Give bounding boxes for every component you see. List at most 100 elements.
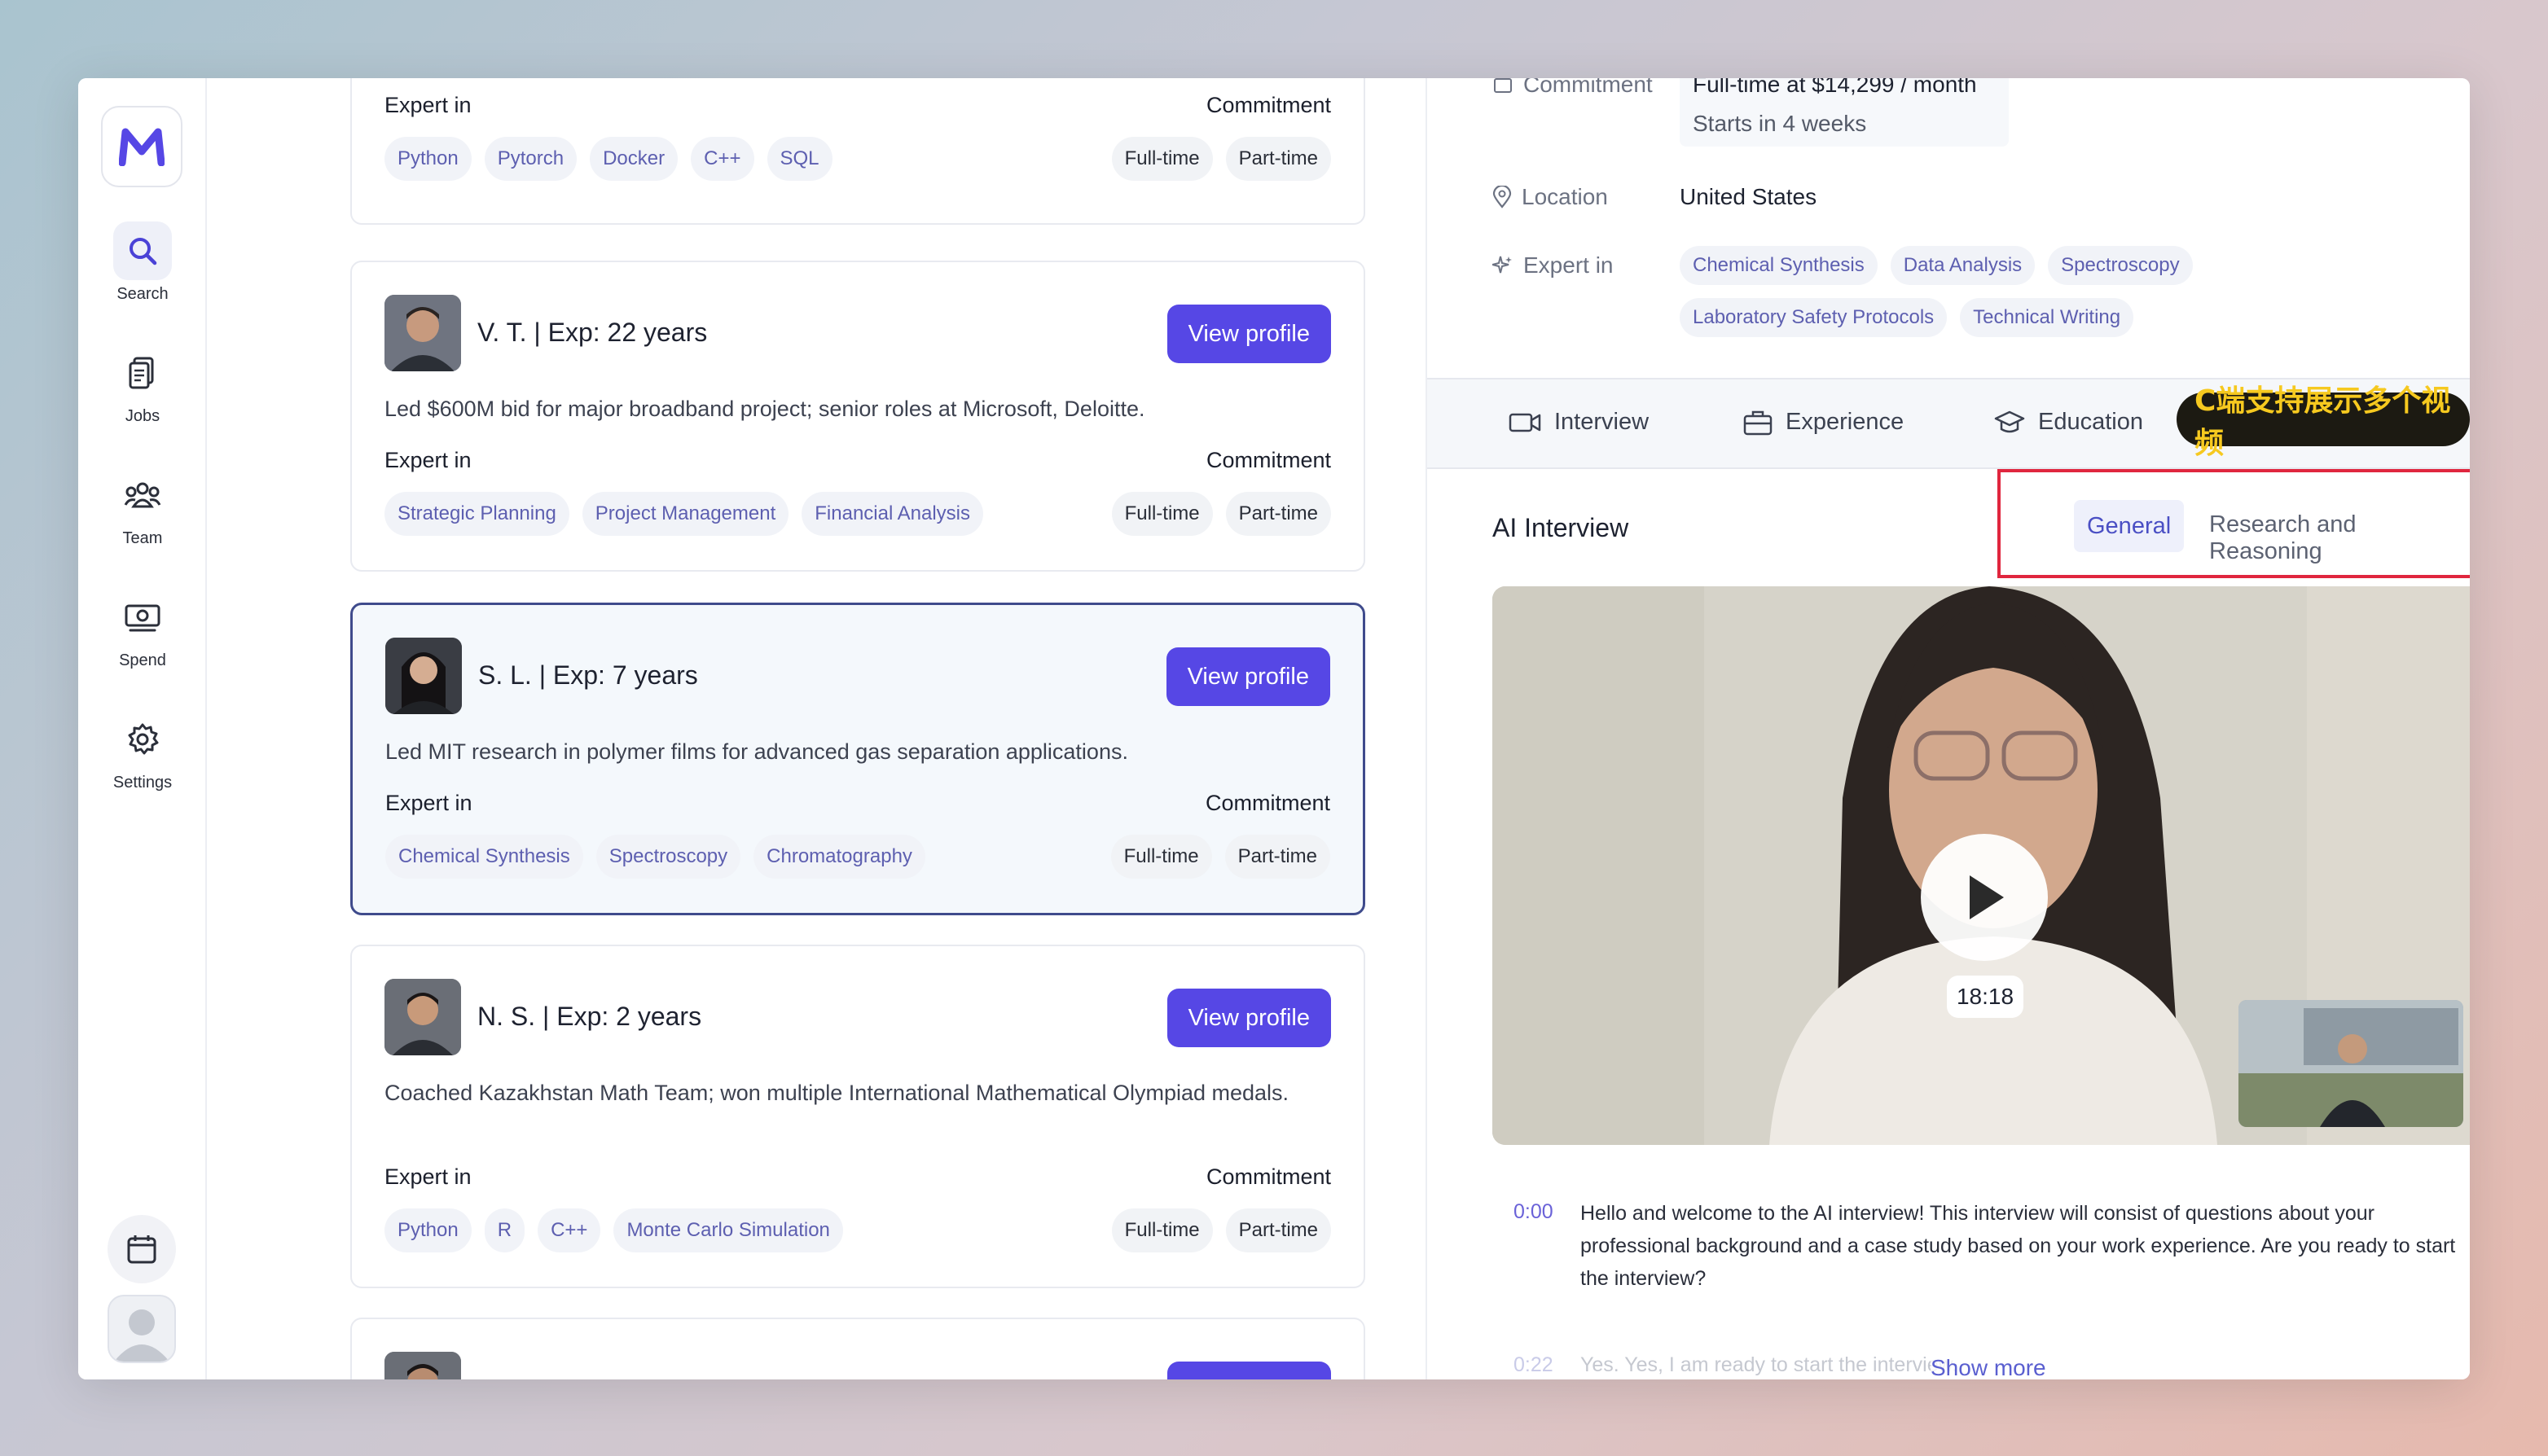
part-time-tag: Part-time	[1224, 835, 1330, 879]
app-logo[interactable]	[101, 106, 182, 187]
view-profile-button[interactable]: View profile	[1166, 647, 1330, 706]
sidebar-label: Search	[116, 285, 169, 303]
candidate-card[interactable]: N. S. | Exp: 2 years View profile Coache…	[350, 945, 1365, 1288]
ai-interview-title: AI Interview	[1492, 513, 1629, 542]
candidate-photo	[384, 979, 461, 1055]
skill-tag: Docker	[590, 137, 679, 181]
candidate-description: Led $600M bid for major broadband projec…	[384, 397, 1145, 421]
transcript-text: Hello and welcome to the AI interview! T…	[1580, 1202, 2456, 1290]
briefcase-icon	[1494, 78, 1512, 93]
tab-experience[interactable]: Experience	[1743, 409, 1904, 436]
commitment-tags: Full-time Part-time	[1111, 137, 1331, 181]
graduation-cap-icon	[1994, 410, 2025, 432]
play-button[interactable]	[1921, 834, 2048, 961]
money-icon	[113, 588, 172, 647]
skill-tag: Data Analysis	[1890, 246, 2036, 285]
skill-tag: Monte Carlo Simulation	[613, 1208, 843, 1252]
user-icon	[114, 1309, 169, 1362]
commitment-label: Commitment	[1206, 448, 1331, 472]
expert-in-label: Expert in	[384, 448, 472, 472]
candidate-card[interactable]: View profile	[350, 1318, 1365, 1379]
calendar-button[interactable]	[108, 1215, 176, 1283]
skill-tag: Spectroscopy	[2048, 246, 2193, 285]
candidate-description: Led MIT research in polymer films for ad…	[385, 739, 1128, 764]
skill-tag: Python	[384, 1208, 472, 1252]
view-profile-button[interactable]: View profile	[1166, 305, 1331, 363]
expert-in-label: Expert in	[384, 93, 472, 117]
skill-tags: Strategic Planning Project Management Fi…	[384, 492, 984, 536]
transcript-timestamp[interactable]: 0:22	[1513, 1353, 1553, 1377]
interview-video[interactable]: 18:18	[1492, 586, 2470, 1145]
subtab-general[interactable]: General	[2074, 500, 2185, 552]
skill-tag: Spectroscopy	[595, 835, 741, 879]
skill-tag: C++	[691, 137, 754, 181]
interviewer-pip-video	[2238, 1000, 2463, 1127]
team-icon	[113, 466, 172, 524]
transcript-text: Yes. Yes, I am ready to start the interv…	[1580, 1353, 1958, 1376]
skill-tag: Pytorch	[484, 137, 578, 181]
logo-m-icon	[119, 128, 165, 166]
show-more-link[interactable]: Show more	[1931, 1355, 2046, 1379]
candidate-description: Coached Kazakhstan Math Team; won multip…	[384, 1081, 1289, 1105]
transcript-timestamp[interactable]: 0:00	[1513, 1200, 1553, 1224]
part-time-tag: Part-time	[1225, 137, 1331, 181]
candidate-card[interactable]: V. T. | Exp: 22 years View profile Led $…	[350, 261, 1365, 572]
sidebar-item-jobs[interactable]: Jobs	[78, 344, 207, 426]
candidate-photo	[384, 295, 461, 371]
annotation-badge: C端支持展示多个视频	[2177, 384, 2470, 460]
commitment-label: Commitment	[1206, 93, 1331, 117]
detail-skill-tags: Laboratory Safety Protocols Technical Wr…	[1680, 298, 2134, 337]
full-time-tag: Full-time	[1111, 137, 1213, 181]
location-field-label: Location	[1492, 184, 1608, 210]
skill-tag: Financial Analysis	[802, 492, 984, 536]
commitment-field-label: Commitment	[1492, 78, 1653, 98]
commitment-tags: Full-time Part-time	[1111, 1208, 1331, 1252]
skill-tag: Chromatography	[753, 835, 925, 879]
candidate-name: V. T. | Exp: 22 years	[477, 318, 708, 347]
video-camera-icon	[1509, 413, 1541, 432]
view-profile-button[interactable]: View profile	[1166, 1362, 1331, 1379]
sidebar-label: Jobs	[125, 407, 160, 425]
detail-tabs: Interview Experience Education C端支持展示多个视…	[1427, 378, 2470, 469]
skill-tags: Python Pytorch Docker C++ SQL	[384, 137, 832, 181]
candidate-list: Expert in Commitment Python Pytorch Dock…	[207, 78, 1426, 1379]
search-icon	[113, 221, 172, 280]
full-time-tag: Full-time	[1111, 492, 1213, 536]
skill-tag: R	[484, 1208, 525, 1252]
detail-skill-tags: Chemical Synthesis Data Analysis Spectro…	[1680, 246, 2193, 285]
skill-tag: Technical Writing	[1960, 298, 2134, 337]
subtab-research-reasoning[interactable]: Research and Reasoning	[2209, 511, 2470, 565]
part-time-tag: Part-time	[1225, 1208, 1331, 1252]
sidebar-item-team[interactable]: Team	[78, 466, 207, 548]
sparkle-icon	[1492, 256, 1512, 274]
tab-interview[interactable]: Interview	[1509, 409, 1649, 436]
briefcase-icon	[1743, 410, 1773, 435]
candidate-photo	[384, 1352, 461, 1379]
candidate-card[interactable]: Expert in Commitment Python Pytorch Dock…	[350, 78, 1365, 225]
candidate-name: S. L. | Exp: 7 years	[478, 660, 698, 690]
gear-icon	[113, 710, 172, 769]
sidebar-label: Spend	[119, 651, 166, 669]
skill-tag: Project Management	[582, 492, 789, 536]
skill-tag: Chemical Synthesis	[385, 835, 583, 879]
sidebar-label: Team	[122, 529, 163, 547]
sidebar-label: Settings	[112, 774, 173, 792]
sidebar-item-search[interactable]: Search	[78, 221, 207, 304]
expert-in-label: Expert in	[384, 1164, 472, 1189]
user-avatar[interactable]	[108, 1295, 176, 1363]
tab-education[interactable]: Education	[1994, 409, 2143, 436]
sidebar: Search Jobs Team Spend Settings	[78, 78, 207, 1379]
skill-tag: Laboratory Safety Protocols	[1680, 298, 1948, 337]
skill-tag: C++	[538, 1208, 601, 1252]
commitment-value: Full-time at $14,299 / month	[1693, 78, 1977, 97]
candidate-photo	[385, 638, 462, 714]
app-window: Search Jobs Team Spend Settings Expert i…	[78, 78, 2470, 1379]
skill-tag: Chemical Synthesis	[1680, 246, 1878, 285]
commitment-start: Starts in 4 weeks	[1693, 111, 1867, 136]
full-time-tag: Full-time	[1111, 1208, 1213, 1252]
candidate-card-selected[interactable]: S. L. | Exp: 7 years View profile Led MI…	[350, 603, 1365, 915]
sidebar-item-settings[interactable]: Settings	[78, 710, 207, 792]
view-profile-button[interactable]: View profile	[1166, 989, 1331, 1047]
sidebar-item-spend[interactable]: Spend	[78, 588, 207, 670]
video-duration: 18:18	[1947, 976, 2023, 1018]
